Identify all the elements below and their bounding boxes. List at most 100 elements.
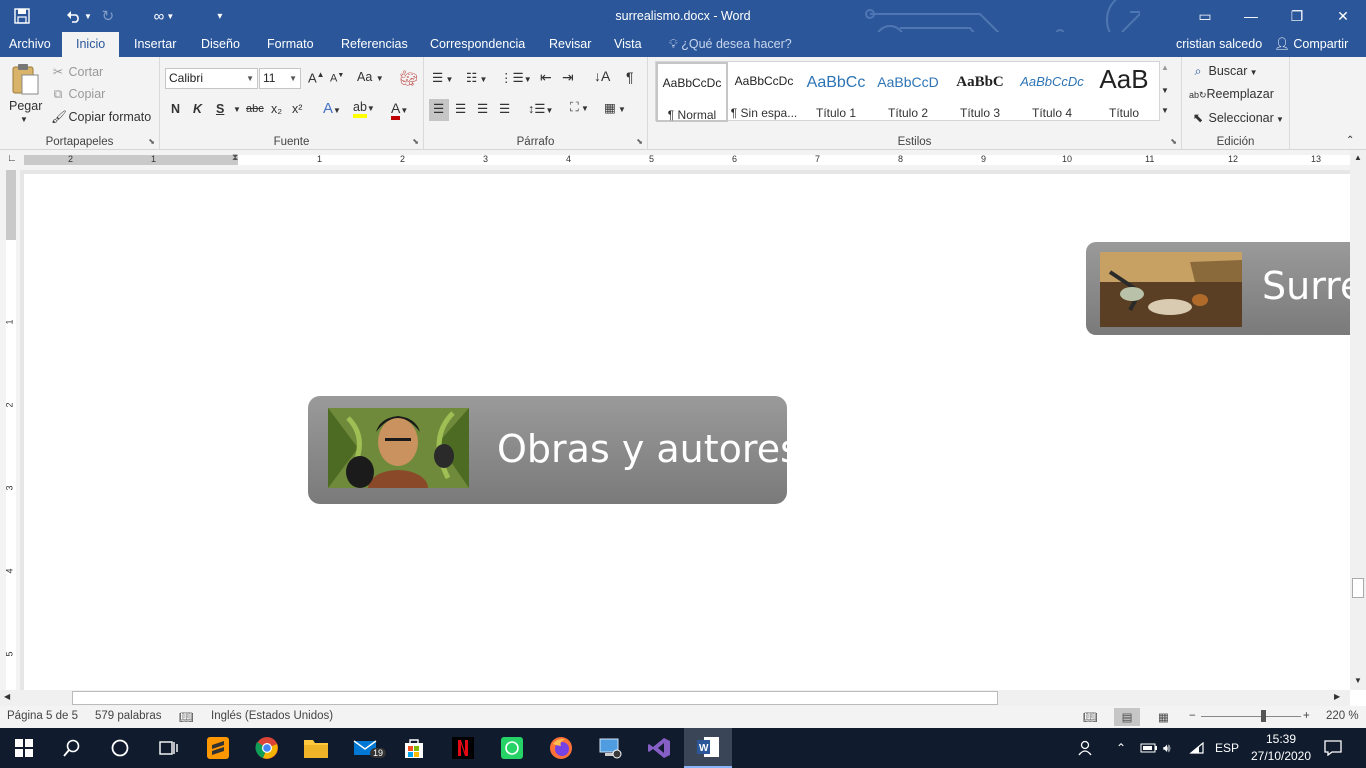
whatsapp-icon[interactable]: [488, 728, 536, 768]
tab-inicio[interactable]: Inicio: [62, 32, 120, 57]
tab-formato[interactable]: Formato: [267, 32, 314, 57]
numbering-icon[interactable]: ☷ ▼: [466, 70, 487, 85]
style-heading-3[interactable]: AaBbC Título 3: [944, 62, 1016, 122]
multilevel-list-icon[interactable]: ⋮☰▼: [500, 70, 532, 85]
show-hidden-icons-icon[interactable]: ⌃: [1116, 728, 1126, 768]
action-center-icon[interactable]: [1324, 728, 1342, 768]
style-normal[interactable]: AaBbCcDc ¶ Normal: [656, 62, 728, 122]
select-button[interactable]: ⬉ Seleccionar ▼: [1191, 110, 1284, 125]
align-right-icon[interactable]: ☰: [477, 101, 488, 116]
style-heading-4[interactable]: AaBbCcDc Título 4: [1016, 62, 1088, 122]
language-indicator[interactable]: ESP: [1215, 728, 1239, 768]
scroll-left-icon[interactable]: ◀: [4, 692, 10, 701]
store-icon[interactable]: [390, 728, 438, 768]
styles-scroll-up-icon[interactable]: ▲: [1161, 63, 1169, 72]
mail-icon[interactable]: 19: [342, 728, 390, 768]
dialog-launcher-icon[interactable]: ⬊: [412, 137, 419, 146]
decrease-indent-icon[interactable]: ⇤: [540, 69, 552, 86]
task-view-icon[interactable]: [144, 728, 192, 768]
word-count[interactable]: 579 palabras: [95, 710, 162, 722]
tab-referencias[interactable]: Referencias: [341, 32, 408, 57]
font-size-combo[interactable]: 11 ▼: [259, 68, 301, 89]
italic-button[interactable]: K: [193, 102, 202, 116]
scroll-down-icon[interactable]: ▼: [1354, 676, 1362, 685]
file-explorer-icon[interactable]: [292, 728, 340, 768]
increase-indent-icon[interactable]: ⇥: [562, 69, 574, 86]
people-icon[interactable]: [1078, 728, 1096, 768]
print-layout-icon[interactable]: ▤: [1114, 708, 1140, 726]
bold-button[interactable]: N: [171, 102, 180, 116]
vertical-scrollbar[interactable]: ▲ ▼: [1350, 150, 1366, 690]
user-name[interactable]: cristian salcedo: [1176, 32, 1262, 57]
styles-more-icon[interactable]: ▼: [1161, 106, 1169, 115]
pilcrow-icon[interactable]: ¶: [626, 69, 634, 85]
text-effects-icon[interactable]: A▼: [323, 100, 341, 117]
style-no-spacing[interactable]: AaBbCcDc ¶ Sin espa...: [728, 62, 800, 122]
line-spacing-icon[interactable]: ↕☰▼: [528, 101, 553, 116]
clock[interactable]: 15:39 27/10/2020: [1244, 731, 1318, 765]
dialog-launcher-icon[interactable]: ⬊: [1170, 137, 1177, 146]
share-button[interactable]: 👤︎ Compartir: [1274, 32, 1348, 57]
web-layout-icon[interactable]: ▦: [1158, 710, 1169, 724]
minimize-icon[interactable]: —: [1228, 0, 1274, 32]
cortana-icon[interactable]: [96, 728, 144, 768]
tell-me-search[interactable]: 💡︎ ¿Qué desea hacer?: [669, 32, 792, 57]
proofing-icon[interactable]: 📖︎: [179, 710, 194, 724]
change-case-button[interactable]: Aa ▼: [357, 70, 384, 84]
computer-icon[interactable]: [586, 728, 634, 768]
style-heading-2[interactable]: AaBbCcD Título 2: [872, 62, 944, 122]
subscript-button[interactable]: x₂: [271, 102, 282, 116]
cut-button[interactable]: ✂ Cortar: [51, 64, 103, 79]
tab-diseno[interactable]: Diseño: [201, 32, 240, 57]
language-status[interactable]: Inglés (Estados Unidos): [211, 710, 333, 722]
align-left-icon[interactable]: ☰: [429, 99, 449, 121]
bullets-icon[interactable]: ☰ ▼: [432, 70, 453, 85]
read-mode-icon[interactable]: 📖︎: [1083, 710, 1098, 724]
horizontal-scroll-thumb[interactable]: [72, 691, 998, 705]
windows-start-icon[interactable]: [0, 728, 48, 768]
volume-icon[interactable]: 🔊︎: [1163, 728, 1171, 768]
paste-button[interactable]: Pegar ▼: [8, 63, 42, 125]
styles-scroll-down-icon[interactable]: ▼: [1161, 86, 1169, 95]
tab-revisar[interactable]: Revisar: [549, 32, 591, 57]
strikethrough-button[interactable]: abc: [246, 103, 264, 115]
underline-button[interactable]: S: [216, 102, 224, 116]
close-icon[interactable]: ✕: [1320, 0, 1366, 32]
align-center-icon[interactable]: ☰: [455, 101, 466, 116]
shrink-font-button[interactable]: A▼: [330, 72, 344, 85]
restore-icon[interactable]: ❐: [1274, 0, 1320, 32]
zoom-in-icon[interactable]: +: [1303, 710, 1310, 722]
sort-icon[interactable]: ↓A: [594, 68, 610, 84]
shading-icon[interactable]: ⛶ ▼: [570, 100, 589, 115]
replace-button[interactable]: ab↻ Reemplazar: [1189, 87, 1274, 101]
grow-font-button[interactable]: A▲: [308, 70, 325, 85]
zoom-slider[interactable]: [1201, 716, 1301, 717]
font-name-combo[interactable]: Calibri ▼: [165, 68, 258, 89]
indent-marker-icon[interactable]: ⧗: [232, 152, 238, 163]
tab-correspondencia[interactable]: Correspondencia: [430, 32, 525, 57]
firefox-icon[interactable]: [537, 728, 585, 768]
smartart-card-obras[interactable]: Obras y autores: [308, 396, 800, 504]
search-icon[interactable]: [48, 728, 96, 768]
smartart-card-surrealismo[interactable]: Surre: [1086, 242, 1350, 335]
zoom-out-icon[interactable]: −: [1189, 710, 1196, 722]
dialog-launcher-icon[interactable]: ⬊: [636, 137, 643, 146]
tab-selector-icon[interactable]: ∟: [7, 153, 17, 164]
wifi-icon[interactable]: [1189, 728, 1205, 768]
clear-format-icon[interactable]: 🧽︎: [399, 69, 418, 87]
scroll-up-icon[interactable]: ▲: [1354, 153, 1362, 162]
underline-dropdown-icon[interactable]: ▼: [233, 105, 241, 114]
tab-archivo[interactable]: Archivo: [9, 32, 51, 57]
page-count[interactable]: Página 5 de 5: [7, 710, 78, 722]
vertical-scroll-thumb[interactable]: [1352, 578, 1364, 598]
tab-vista[interactable]: Vista: [614, 32, 642, 57]
dialog-launcher-icon[interactable]: ⬊: [148, 137, 155, 146]
justify-icon[interactable]: ☰: [499, 101, 510, 116]
font-color-icon[interactable]: A▼: [391, 100, 408, 120]
borders-icon[interactable]: ▦ ▼: [604, 100, 626, 115]
zoom-slider-thumb[interactable]: [1261, 710, 1266, 722]
sublime-text-icon[interactable]: [194, 728, 242, 768]
style-heading-1[interactable]: AaBbCc Título 1: [800, 62, 872, 122]
find-button[interactable]: ⌕ Buscar ▼: [1191, 64, 1257, 79]
tab-insertar[interactable]: Insertar: [134, 32, 176, 57]
